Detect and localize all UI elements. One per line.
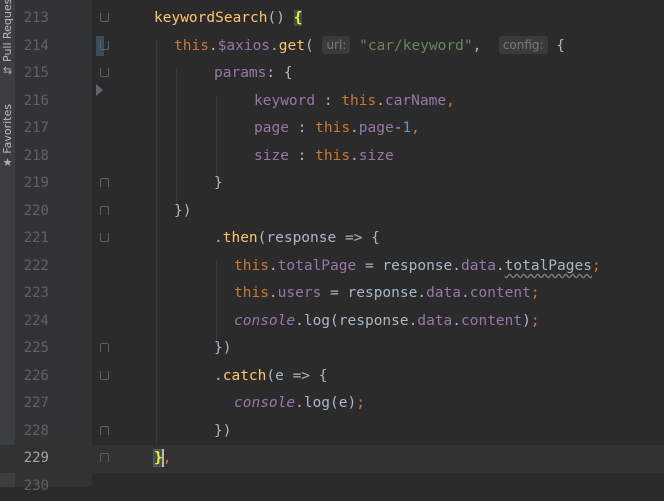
code-line-227[interactable]: 227 console.log(e); — [0, 390, 664, 418]
breakpoint-arrow-icon[interactable] — [96, 84, 103, 96]
line-number: 227 — [23, 395, 49, 411]
code-line-222[interactable]: 222 this.totalPage = response.data.total… — [0, 253, 664, 281]
line-number: 222 — [23, 258, 49, 274]
code-text: this.users = response.data.content; — [234, 285, 540, 301]
fold-open-icon[interactable] — [100, 371, 109, 380]
code-line-223[interactable]: 223 this.users = response.data.content; — [0, 280, 664, 308]
fold-close-icon[interactable] — [100, 343, 109, 352]
code-text: .then(response => { — [214, 230, 380, 246]
line-number: 225 — [23, 340, 49, 356]
unresolved-property: totalPages — [504, 258, 592, 274]
fold-close-icon[interactable] — [100, 206, 109, 215]
code-editor[interactable]: 213 keywordSearch() { 214 this.$axios.ge… — [0, 0, 664, 494]
fold-close-icon[interactable] — [100, 453, 109, 462]
fold-open-icon[interactable] — [100, 233, 109, 242]
fold-close-icon[interactable] — [100, 178, 109, 187]
line-number: 215 — [23, 65, 49, 81]
line-number: 228 — [23, 423, 49, 439]
code-text: console.log(e); — [234, 395, 365, 411]
code-text: } — [214, 175, 223, 191]
matched-brace: { — [293, 10, 303, 26]
line-number: 214 — [23, 38, 49, 54]
code-line-224[interactable]: 224 console.log(response.data.content); — [0, 308, 664, 336]
text-caret — [162, 449, 164, 467]
line-number: 226 — [23, 368, 49, 384]
code-text: params: { — [214, 65, 293, 81]
fold-open-icon[interactable] — [100, 68, 109, 77]
fold-open-icon[interactable] — [100, 41, 109, 50]
line-number: 218 — [23, 148, 49, 164]
code-text: this.$axios.get( url: "car/keyword", con… — [174, 36, 566, 54]
line-number: 224 — [23, 313, 49, 329]
line-number: 219 — [23, 175, 49, 191]
fold-close-icon[interactable] — [100, 426, 109, 435]
code-line-218[interactable]: 218 size : this.size — [0, 143, 664, 171]
code-text: }) — [214, 423, 232, 439]
code-text: }) — [214, 340, 232, 356]
code-text: keywordSearch() { — [154, 10, 303, 26]
code-text: keyword : this.carName, — [254, 93, 455, 109]
line-number: 229 — [23, 450, 49, 466]
line-number: 221 — [23, 230, 49, 246]
line-number: 217 — [23, 120, 49, 136]
line-number: 220 — [23, 203, 49, 219]
line-number: 223 — [23, 285, 49, 301]
line-number: 216 — [23, 93, 49, 109]
code-text: this.totalPage = response.data.totalPage… — [234, 258, 601, 274]
code-text: .catch(e => { — [214, 368, 328, 384]
parameter-hint-url: url: — [322, 36, 351, 54]
parameter-hint-config: config: — [498, 36, 548, 54]
code-text: size : this.size — [254, 148, 394, 164]
code-text: }) — [174, 203, 192, 219]
line-number: 213 — [23, 10, 49, 26]
fold-open-icon[interactable] — [100, 13, 109, 22]
code-text: page : this.page-1, — [254, 120, 420, 136]
code-text: console.log(response.data.content); — [234, 313, 540, 329]
code-line-217[interactable]: 217 page : this.page-1, — [0, 115, 664, 143]
